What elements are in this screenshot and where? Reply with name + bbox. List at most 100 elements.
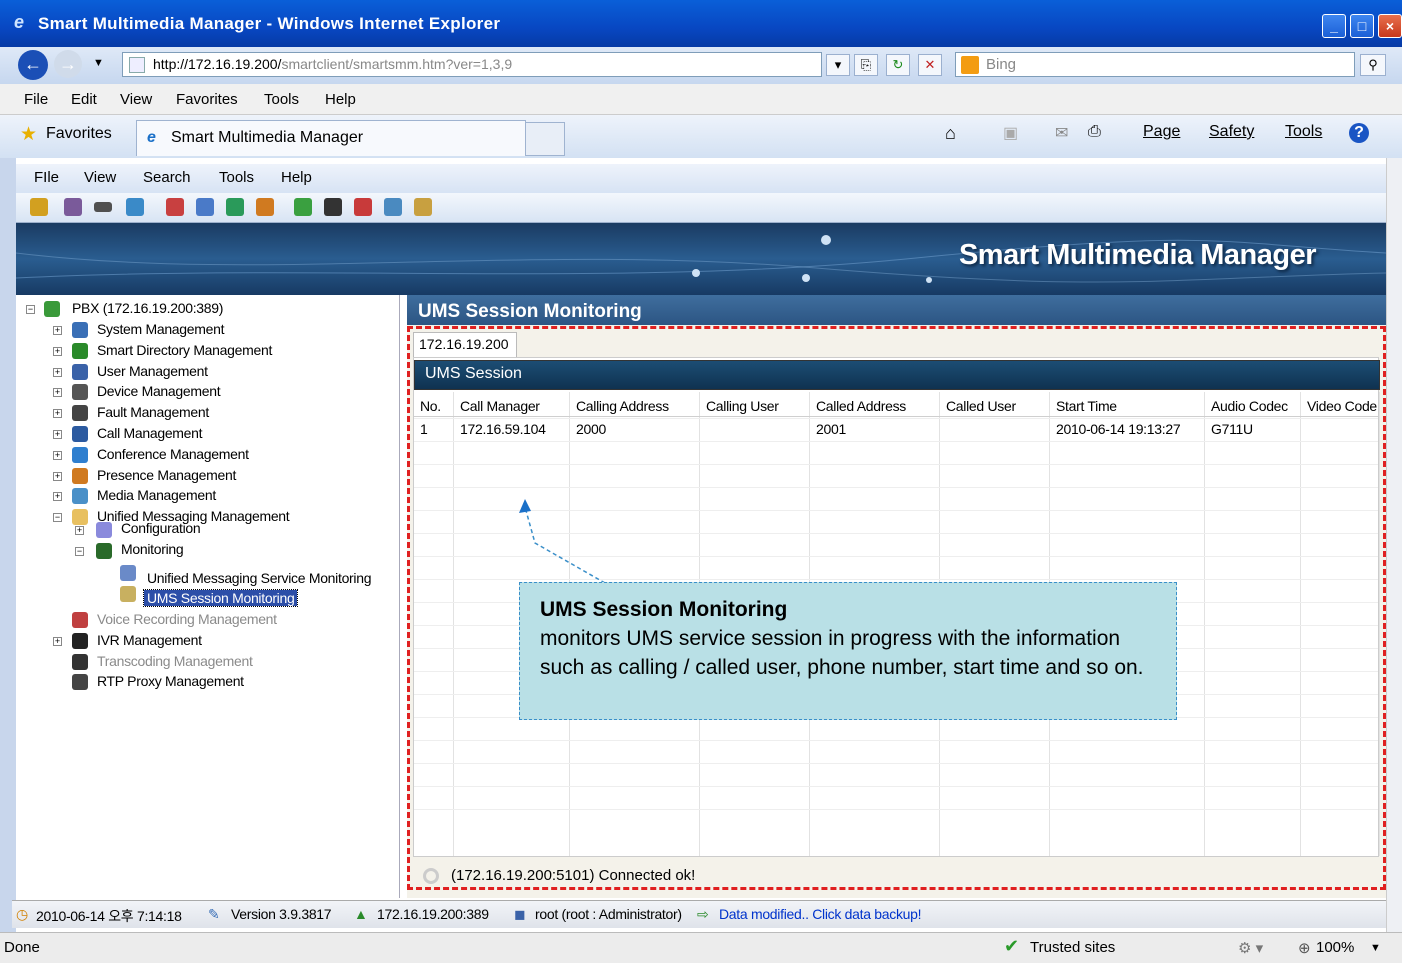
user-group-icon[interactable] xyxy=(64,198,82,216)
maximize-button[interactable]: □ xyxy=(1350,14,1374,38)
column-header[interactable]: Audio Codec xyxy=(1211,398,1288,414)
zoom-icon[interactable]: ⊕ xyxy=(1298,939,1311,957)
voicemail-icon[interactable] xyxy=(384,198,402,216)
new-tab-button[interactable] xyxy=(525,122,565,156)
menu-favorites[interactable]: Favorites xyxy=(176,91,238,108)
device-icon[interactable] xyxy=(94,202,112,212)
expand-icon[interactable]: + xyxy=(53,346,62,356)
document-icon[interactable] xyxy=(324,198,342,216)
table-cell[interactable]: G711U xyxy=(1211,421,1253,437)
tree-item[interactable]: System Management xyxy=(97,321,224,337)
tree-item[interactable]: Device Management xyxy=(97,383,221,399)
tree-item-configuration[interactable]: Configuration xyxy=(121,520,201,536)
app-menu-view[interactable]: View xyxy=(84,169,116,186)
back-button[interactable]: ← xyxy=(18,50,48,80)
page-menu[interactable]: Page xyxy=(1143,123,1180,141)
tree-item[interactable]: Transcoding Management xyxy=(97,653,253,669)
minimize-button[interactable]: _ xyxy=(1322,14,1346,38)
print-icon[interactable]: ⎙ xyxy=(1088,123,1101,141)
tree-item[interactable]: Conference Management xyxy=(97,446,249,462)
tree-item[interactable]: IVR Management xyxy=(97,632,202,648)
tab-smart-multimedia-manager[interactable]: e Smart Multimedia Manager xyxy=(136,120,526,156)
app-menu-help[interactable]: Help xyxy=(281,169,312,186)
app-menu-file[interactable]: FIle xyxy=(34,169,59,186)
home-icon[interactable]: ⌂ xyxy=(945,123,956,144)
toolbox-icon[interactable] xyxy=(166,198,184,216)
menu-file[interactable]: File xyxy=(24,91,48,108)
column-header[interactable]: Called User xyxy=(946,398,1016,414)
column-header[interactable]: No. xyxy=(420,398,441,414)
tree-item-service-monitoring[interactable]: Unified Messaging Service Monitoring xyxy=(147,570,372,586)
protected-mode-icon[interactable]: ⚙ ▾ xyxy=(1238,939,1263,957)
zoom-level[interactable]: 100% xyxy=(1316,939,1354,956)
refresh-button[interactable]: ↻ xyxy=(886,54,910,76)
column-header[interactable]: Calling Address xyxy=(576,398,669,414)
favorites-star-icon[interactable]: ★ xyxy=(20,123,37,146)
tree-item[interactable]: User Management xyxy=(97,363,208,379)
collapse-icon[interactable]: − xyxy=(75,547,84,556)
table-cell[interactable]: 2010-06-14 19:13:27 xyxy=(1056,421,1181,437)
menu-tools[interactable]: Tools xyxy=(264,91,299,108)
expand-icon[interactable]: + xyxy=(53,326,62,335)
address-dropdown-button[interactable]: ▾ xyxy=(826,54,850,76)
expand-icon[interactable]: + xyxy=(53,471,62,481)
expand-icon[interactable]: + xyxy=(53,636,62,646)
menu-view[interactable]: View xyxy=(120,91,152,108)
expand-icon[interactable]: + xyxy=(53,388,62,398)
zoom-dropdown-icon[interactable]: ▼ xyxy=(1370,942,1381,954)
expand-icon[interactable]: + xyxy=(75,526,84,535)
mail-icon[interactable]: ✉ xyxy=(1055,123,1068,143)
tree-item[interactable]: Smart Directory Management xyxy=(97,342,272,358)
tree-item[interactable]: Fault Management xyxy=(97,404,209,420)
network-icon[interactable] xyxy=(196,198,214,216)
column-header[interactable]: Video Code xyxy=(1307,398,1377,414)
table-cell[interactable]: 2001 xyxy=(816,421,846,437)
server-tab[interactable]: 172.16.19.200 xyxy=(413,332,517,357)
phone-icon[interactable] xyxy=(126,198,144,216)
forward-button[interactable]: → xyxy=(54,50,82,78)
table-cell[interactable]: 2000 xyxy=(576,421,606,437)
table-cell[interactable]: 172.16.59.104 xyxy=(460,421,546,437)
table-cell[interactable]: 1 xyxy=(420,421,428,437)
presence-icon[interactable] xyxy=(256,198,274,216)
favorites-button[interactable]: Favorites xyxy=(46,125,112,143)
tree-root-pbx[interactable]: PBX (172.16.19.200:389) xyxy=(72,300,223,316)
expand-icon[interactable]: + xyxy=(53,430,62,439)
app-menu-tools[interactable]: Tools xyxy=(219,169,254,186)
security-zone[interactable]: Trusted sites xyxy=(1030,939,1115,956)
data-backup-link[interactable]: Data modified.. Click data backup! xyxy=(719,906,922,922)
fax-icon[interactable] xyxy=(354,198,372,216)
safety-menu[interactable]: Safety xyxy=(1209,123,1254,141)
tree-item[interactable]: RTP Proxy Management xyxy=(97,673,244,689)
vertical-scrollbar[interactable] xyxy=(1386,158,1402,932)
search-input[interactable]: Bing xyxy=(955,52,1355,77)
tree-item[interactable]: Call Management xyxy=(97,425,203,441)
menu-help[interactable]: Help xyxy=(325,91,356,108)
expand-icon[interactable]: + xyxy=(53,450,62,460)
report-icon[interactable] xyxy=(294,198,312,216)
users-group-icon[interactable] xyxy=(30,198,48,216)
column-header[interactable]: Calling User xyxy=(706,398,779,414)
column-header[interactable]: Start Time xyxy=(1056,398,1117,414)
help-icon[interactable]: ? xyxy=(1349,123,1369,143)
close-window-button[interactable]: × xyxy=(1378,14,1402,38)
search-icon[interactable]: ⚲ xyxy=(1360,54,1386,76)
column-header[interactable]: Call Manager xyxy=(460,398,540,414)
stop-button[interactable]: ✕ xyxy=(918,54,942,76)
tree-item[interactable]: Voice Recording Management xyxy=(97,611,277,627)
tree-item-monitoring[interactable]: Monitoring xyxy=(121,541,184,557)
feeds-icon[interactable]: ▣ xyxy=(1003,123,1018,143)
tools-menu[interactable]: Tools xyxy=(1285,123,1322,141)
expand-icon[interactable]: + xyxy=(53,409,62,419)
compatibility-view-button[interactable]: ⎘ xyxy=(854,54,878,76)
collapse-icon[interactable]: − xyxy=(26,305,35,314)
conference-icon[interactable] xyxy=(226,198,244,216)
collapse-icon[interactable]: − xyxy=(53,513,62,523)
backup-icon[interactable]: ⇨ xyxy=(697,906,709,923)
history-dropdown-icon[interactable]: ▼ xyxy=(93,57,104,69)
expand-icon[interactable]: + xyxy=(53,492,62,502)
tree-item[interactable]: Presence Management xyxy=(97,467,236,483)
menu-edit[interactable]: Edit xyxy=(71,91,97,108)
backup-icon[interactable] xyxy=(414,198,432,216)
app-menu-search[interactable]: Search xyxy=(143,169,191,186)
